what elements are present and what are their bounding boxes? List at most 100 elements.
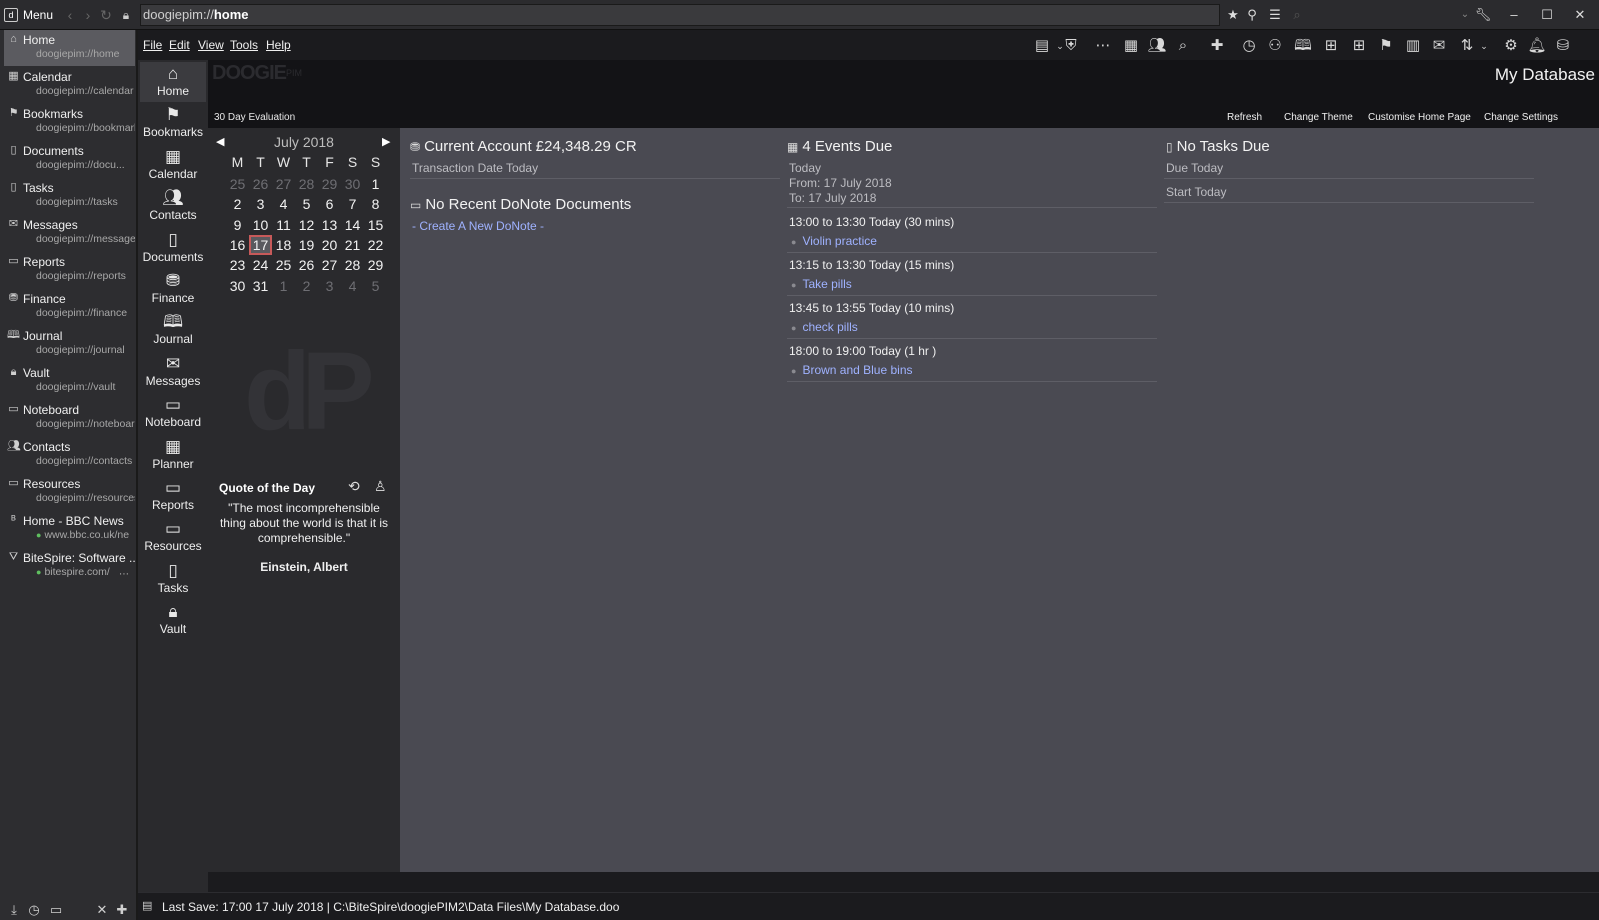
calendar-day[interactable]: 6	[318, 194, 341, 214]
calendar-day[interactable]: 13	[318, 215, 341, 235]
search-list-icon[interactable]: ⌕	[1172, 35, 1194, 57]
history-icon[interactable]: ◷	[26, 902, 42, 918]
calendar-day[interactable]: 2	[226, 194, 249, 214]
calendar-day[interactable]: 21	[341, 235, 364, 255]
back-icon[interactable]: ‹	[62, 6, 78, 24]
refresh-quote-icon[interactable]: ⟲	[348, 478, 360, 495]
calendar-day[interactable]: 7	[341, 194, 364, 214]
calendar-day[interactable]: 1	[272, 276, 295, 296]
minimize-icon[interactable]: –	[1503, 5, 1525, 25]
calendar-day[interactable]: 29	[318, 174, 341, 194]
reload-icon[interactable]: ↻	[98, 6, 114, 24]
maximize-icon[interactable]: ☐	[1536, 5, 1558, 25]
menu-button[interactable]: d Menu	[4, 6, 53, 24]
nav-planner[interactable]: ▦ Planner	[140, 435, 206, 475]
nav-contacts[interactable]: 👥︎ Contacts	[140, 186, 206, 226]
close-icon[interactable]: ✕	[1569, 5, 1591, 25]
calendar-day[interactable]: 9	[226, 215, 249, 235]
nav-calendar[interactable]: ▦ Calendar	[140, 145, 206, 185]
calendar-day[interactable]: 27	[272, 174, 295, 194]
events-widget-title[interactable]: ▦ 4 Events Due	[787, 138, 892, 155]
sidebar-tab[interactable]: ⛛ BiteSpire: Software ... ● bitespire.com/ ⋯	[4, 548, 135, 584]
sidebar-tab[interactable]: ✉ Messages doogiepim://messages	[4, 215, 135, 251]
nav-vault[interactable]: 🔒︎ Vault	[140, 600, 206, 640]
next-month-icon[interactable]: ▶	[382, 135, 390, 148]
refresh-link[interactable]: Refresh	[1227, 112, 1262, 123]
calculator-icon[interactable]: ▦	[1120, 35, 1142, 57]
chevron-down-icon[interactable]: ⌄	[1473, 35, 1495, 57]
calendar-day[interactable]: 12	[295, 215, 318, 235]
menu-view[interactable]: View	[198, 38, 224, 52]
sidebar-tab[interactable]: ▦ Calendar doogiepim://calendar	[4, 67, 135, 103]
people-icon[interactable]: 👥︎	[1146, 35, 1168, 57]
wrench-icon[interactable]: 🔧︎	[1474, 5, 1492, 25]
nav-tasks[interactable]: ▯ Tasks	[140, 559, 206, 599]
calendar-day[interactable]: 26	[295, 255, 318, 275]
add-contact-icon[interactable]: ⚇	[1264, 35, 1286, 57]
star-icon[interactable]: ★	[1224, 5, 1242, 25]
sidebar-tab[interactable]: ▯ Documents doogiepim://docu...	[4, 141, 135, 177]
nav-finance[interactable]: ⛃ Finance	[140, 269, 206, 309]
add-bookmark-icon[interactable]: ⚑	[1375, 35, 1397, 57]
add-task-icon[interactable]: ⊞	[1348, 35, 1370, 57]
more-icon[interactable]: ⋯	[1092, 35, 1114, 57]
event-link[interactable]: ● Violin practice	[791, 234, 877, 248]
event-link[interactable]: ● check pills	[791, 320, 858, 334]
create-donote-link[interactable]: - Create A New DoNote -	[412, 219, 544, 233]
calendar-day[interactable]: 1	[364, 174, 387, 194]
sidebar-tab[interactable]: ▭ Resources doogiepim://resources	[4, 474, 135, 510]
change-theme-link[interactable]: Change Theme	[1284, 112, 1353, 123]
event-link[interactable]: ● Brown and Blue bins	[791, 363, 913, 377]
forward-icon[interactable]: ›	[80, 6, 96, 24]
nav-reports[interactable]: ▭ Reports	[140, 476, 206, 516]
calendar-day[interactable]: 19	[295, 235, 318, 255]
sidebar-tab[interactable]: ⛃ Finance doogiepim://finance	[4, 289, 135, 325]
calendar-day[interactable]: 18	[272, 235, 295, 255]
calendar-day[interactable]: 3	[318, 276, 341, 296]
add-icon[interactable]: ✚	[1206, 35, 1228, 57]
calendar-day[interactable]: 4	[341, 276, 364, 296]
search-icon[interactable]: ⌕	[1288, 5, 1306, 25]
nav-messages[interactable]: ✉ Messages	[140, 352, 206, 392]
nav-resources[interactable]: ▭ Resources	[140, 517, 206, 557]
calendar-day[interactable]: 14	[341, 215, 364, 235]
calendar-day[interactable]: 8	[364, 194, 387, 214]
calendar-day[interactable]: 30	[226, 276, 249, 296]
folder-icon[interactable]: ▭	[48, 902, 64, 918]
calendar-day[interactable]: 5	[295, 194, 318, 214]
nav-documents[interactable]: ▯ Documents	[140, 228, 206, 268]
sidebar-tab[interactable]: ⚑ Bookmarks doogiepim://bookmarks	[4, 104, 135, 140]
calendar-day[interactable]: 3	[249, 194, 272, 214]
calendar-day[interactable]: 28	[295, 174, 318, 194]
calendar-day[interactable]: 11	[272, 215, 295, 235]
calendar-day[interactable]: 25	[226, 174, 249, 194]
more-icon[interactable]: ⋯	[119, 569, 129, 580]
account-widget-title[interactable]: ⛃ Current Account £24,348.29 CR	[410, 138, 637, 155]
address-bar[interactable]: doogiepim://home	[140, 4, 1220, 26]
pin-icon[interactable]: ⚲	[1243, 5, 1261, 25]
sidebar-tab[interactable]: 🕮︎ Journal doogiepim://journal	[4, 326, 135, 362]
calendar-day[interactable]: 15	[364, 215, 387, 235]
add-document-icon[interactable]: ⊞	[1320, 35, 1342, 57]
menu-file[interactable]: File	[143, 38, 162, 52]
calendar-day[interactable]: 20	[318, 235, 341, 255]
tasks-widget-title[interactable]: ▯ No Tasks Due	[1166, 138, 1270, 155]
calendar-day[interactable]: 17	[249, 234, 272, 255]
download-icon[interactable]: ⤓	[6, 902, 22, 918]
nav-bookmarks[interactable]: ⚑ Bookmarks	[140, 103, 206, 143]
calendar-day[interactable]: 27	[318, 255, 341, 275]
sidebar-tab[interactable]: ▯ Tasks doogiepim://tasks	[4, 178, 135, 214]
database-icon[interactable]: ⛁	[1552, 35, 1574, 57]
calendar-day[interactable]: 5	[364, 276, 387, 296]
chevron-down-icon[interactable]: ⌄	[1456, 5, 1474, 25]
add-tab-icon[interactable]: ✚	[114, 902, 130, 918]
sidebar-tab[interactable]: ▭ Noteboard doogiepim://noteboard	[4, 400, 135, 436]
event-link[interactable]: ● Take pills	[791, 277, 852, 291]
clock-icon[interactable]: ◷	[1238, 35, 1260, 57]
calendar-day[interactable]: 31	[249, 276, 272, 296]
sidebar-tab[interactable]: 🔒︎ Vault doogiepim://vault	[4, 363, 135, 399]
calendar-day[interactable]: 28	[341, 255, 364, 275]
calendar-day[interactable]: 24	[249, 255, 272, 275]
menu-edit[interactable]: Edit	[169, 38, 190, 52]
sidebar-tab[interactable]: ⌂ Home doogiepim://home	[4, 30, 135, 66]
